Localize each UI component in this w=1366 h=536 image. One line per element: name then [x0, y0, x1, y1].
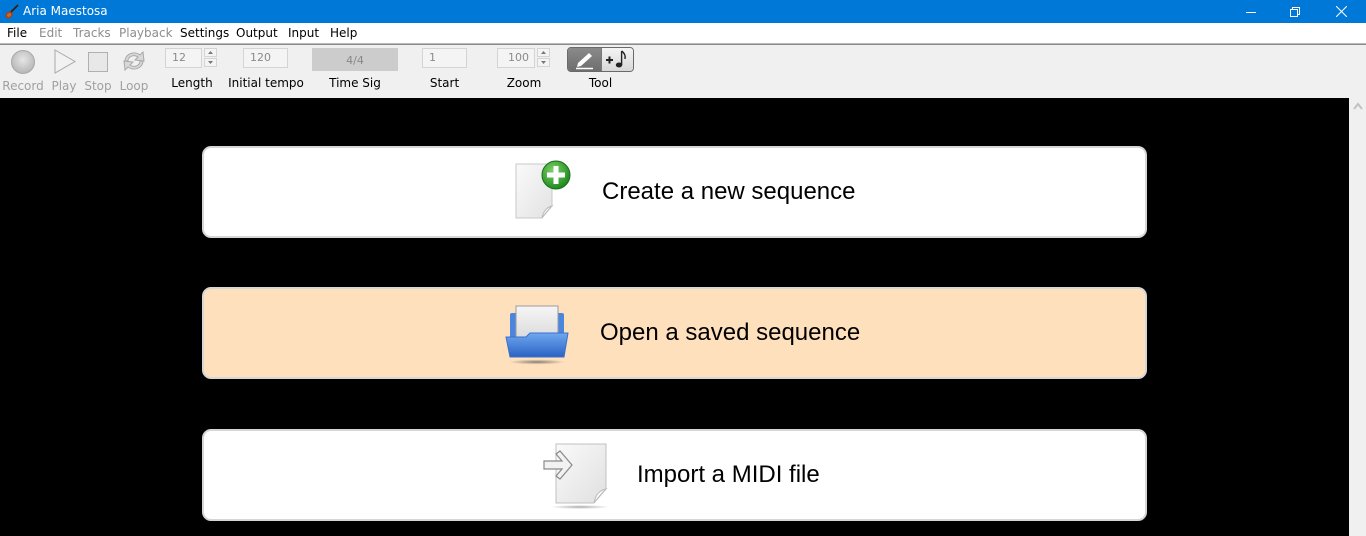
chevron-up-icon	[1353, 102, 1363, 110]
pencil-tool-button[interactable]	[568, 48, 601, 71]
record-button[interactable]: Record	[2, 48, 44, 93]
import-midi-label: Import a MIDI file	[637, 461, 820, 488]
record-icon	[11, 50, 35, 74]
length-label: Length	[171, 76, 213, 90]
import-file-icon	[543, 443, 610, 509]
loop-label: Loop	[119, 79, 149, 93]
stop-button[interactable]: Stop	[82, 48, 114, 93]
create-sequence-button[interactable]: Create a new sequence	[202, 146, 1147, 238]
time-signature-button[interactable]: 4/4	[312, 48, 398, 71]
spin-down-icon[interactable]	[537, 58, 550, 67]
play-button[interactable]: Play	[48, 48, 80, 93]
create-sequence-label: Create a new sequence	[602, 178, 856, 205]
open-sequence-button[interactable]: Open a saved sequence	[202, 287, 1147, 379]
violin-icon	[5, 4, 19, 19]
length-spinner[interactable]	[204, 48, 217, 68]
record-label: Record	[2, 79, 44, 93]
play-icon	[54, 49, 77, 74]
zoom-input[interactable]: 100	[497, 48, 535, 68]
time-signature-label: Time Sig	[329, 76, 381, 90]
minimize-button[interactable]	[1228, 0, 1274, 23]
length-input[interactable]: 12	[165, 48, 202, 68]
start-input[interactable]: 1	[422, 48, 467, 68]
menu-playback[interactable]: Playback	[119, 26, 173, 40]
tempo-label: Initial tempo	[228, 76, 304, 90]
spin-up-icon[interactable]	[204, 48, 217, 57]
close-button[interactable]	[1318, 0, 1364, 23]
tool-selector	[567, 47, 634, 72]
menu-file[interactable]: File	[7, 26, 27, 40]
menu-help[interactable]: Help	[330, 26, 357, 40]
restore-icon	[1290, 6, 1300, 17]
add-note-icon	[606, 50, 626, 68]
stop-icon	[88, 52, 108, 72]
restore-button[interactable]	[1272, 0, 1318, 23]
zoom-spinner[interactable]	[537, 48, 550, 68]
menu-settings[interactable]: Settings	[180, 26, 229, 40]
new-document-icon	[515, 160, 571, 219]
title-bar: Aria Maestosa	[0, 0, 1366, 23]
welcome-panel: Create a new sequence Open a saved seque…	[0, 98, 1349, 536]
loop-icon	[123, 50, 145, 72]
menu-tracks[interactable]: Tracks	[73, 26, 111, 40]
add-note-tool-button[interactable]	[601, 48, 633, 71]
loop-button[interactable]: Loop	[118, 48, 150, 93]
minimize-icon	[1246, 11, 1256, 13]
menu-bar: File Edit Tracks Playback Settings Outpu…	[0, 23, 1366, 44]
tool-label: Tool	[588, 76, 613, 90]
open-folder-icon	[505, 305, 569, 365]
play-label: Play	[51, 79, 77, 93]
zoom-label: Zoom	[506, 76, 542, 90]
start-label: Start	[429, 76, 460, 90]
menu-output[interactable]: Output	[236, 26, 278, 40]
spin-down-icon[interactable]	[204, 58, 217, 67]
tempo-input[interactable]: 120	[243, 48, 288, 68]
stop-label: Stop	[84, 79, 112, 93]
open-sequence-label: Open a saved sequence	[600, 319, 861, 346]
spin-up-icon[interactable]	[537, 48, 550, 57]
menu-edit[interactable]: Edit	[39, 26, 62, 40]
scroll-up-button[interactable]	[1350, 98, 1366, 114]
menu-input[interactable]: Input	[288, 26, 319, 40]
pencil-icon	[576, 53, 593, 70]
toolbar: Record Play Stop Loop 12 Length 120 Init…	[0, 45, 1366, 98]
window-title: Aria Maestosa	[23, 4, 108, 18]
close-icon	[1335, 6, 1347, 17]
import-midi-button[interactable]: Import a MIDI file	[202, 429, 1147, 521]
